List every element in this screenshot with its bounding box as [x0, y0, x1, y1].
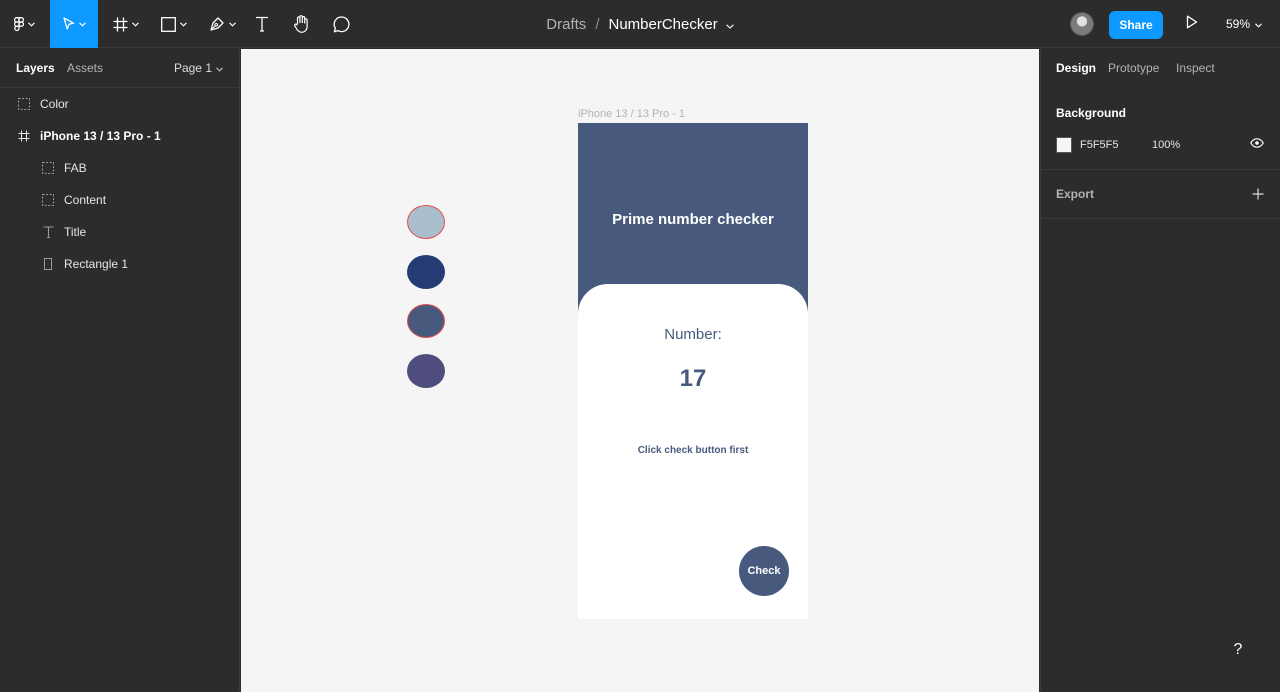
tab-inspect[interactable]: Inspect: [1176, 61, 1215, 75]
export-title: Export: [1056, 187, 1095, 201]
play-icon: [1186, 15, 1198, 34]
check-fab-button[interactable]: Check: [739, 546, 789, 596]
layer-label: Content: [64, 193, 107, 207]
eye-icon[interactable]: [1250, 138, 1264, 151]
pen-icon: [209, 16, 225, 32]
user-avatar[interactable]: [1070, 12, 1094, 36]
text-t-icon: [255, 16, 269, 32]
design-canvas[interactable]: iPhone 13 / 13 Pro - 1 Prime number chec…: [241, 49, 1039, 692]
color-swatch-light-blue[interactable]: [407, 205, 445, 239]
layers-panel-header: Layers Assets Page 1: [0, 49, 239, 88]
text-t-icon: [42, 226, 54, 238]
page-selector[interactable]: Page 1: [174, 61, 223, 75]
frame-hash-icon: [113, 17, 128, 32]
help-button[interactable]: ?: [1220, 632, 1256, 668]
properties-panel: Design Prototype Inspect Background F5F5…: [1040, 49, 1280, 692]
layer-color[interactable]: Color: [0, 88, 239, 120]
layer-label: FAB: [64, 161, 87, 175]
chevron-down-icon: [1255, 17, 1262, 31]
layer-rectangle-1[interactable]: Rectangle 1: [0, 248, 239, 280]
rectangle-outline-icon: [42, 258, 54, 270]
number-label: Number:: [664, 326, 722, 343]
background-section: Background F5F5F5 100%: [1041, 88, 1280, 169]
text-tool-button[interactable]: [250, 0, 274, 48]
zoom-menu[interactable]: 59%: [1226, 0, 1262, 48]
chevron-down-icon[interactable]: [725, 16, 734, 33]
color-swatch-navy[interactable]: [407, 255, 445, 289]
iphone-frame[interactable]: Prime number checker Number: 17 Click ch…: [578, 123, 808, 619]
result-hint: Click check button first: [637, 445, 749, 456]
tab-design[interactable]: Design: [1056, 61, 1096, 75]
page-name: Page 1: [173, 61, 212, 75]
properties-tabs: Design Prototype Inspect: [1041, 49, 1280, 88]
file-name[interactable]: NumberChecker: [608, 16, 717, 33]
dashed-group-icon: [18, 98, 30, 110]
dashed-group-icon: [42, 162, 54, 174]
present-button[interactable]: [1180, 12, 1204, 36]
number-value: 17: [679, 365, 707, 392]
background-title: Background: [1056, 106, 1127, 120]
layer-fab[interactable]: FAB: [0, 152, 239, 184]
share-button[interactable]: Share: [1109, 11, 1163, 39]
comment-tool-button[interactable]: [329, 0, 353, 48]
tab-layers[interactable]: Layers: [16, 61, 55, 75]
breadcrumb-drafts-link[interactable]: Drafts: [546, 16, 586, 33]
background-hex-input[interactable]: F5F5F5: [1080, 139, 1152, 151]
panel-divider: [1041, 218, 1280, 219]
chevron-down-icon: [228, 21, 236, 27]
layers-panel: Layers Assets Page 1 Color iPhone 13 / 1…: [0, 49, 240, 692]
layer-title[interactable]: Title: [0, 216, 239, 248]
plus-icon[interactable]: [1252, 187, 1264, 205]
tab-assets[interactable]: Assets: [67, 61, 103, 75]
layer-label: Title: [64, 225, 87, 239]
figma-logo-icon: [13, 16, 24, 32]
top-toolbar: Drafts / NumberChecker Share 59%: [0, 0, 1280, 48]
layer-content[interactable]: Content: [0, 184, 239, 216]
layer-label: iPhone 13 / 13 Pro - 1: [40, 129, 161, 143]
hand-tool-button[interactable]: [289, 0, 313, 48]
frame-tool-button[interactable]: [106, 0, 146, 48]
export-section: Export: [1041, 169, 1280, 218]
layer-label: Color: [40, 97, 69, 111]
hand-icon: [293, 15, 310, 33]
color-swatch-purple[interactable]: [407, 354, 445, 388]
layer-label: Rectangle 1: [64, 257, 129, 271]
breadcrumb-separator: /: [595, 15, 600, 33]
move-tool-button[interactable]: [50, 0, 98, 48]
main-menu-button[interactable]: [4, 0, 44, 48]
cursor-icon: [62, 17, 75, 31]
chevron-down-icon: [180, 21, 187, 27]
frame-hash-icon: [18, 130, 30, 142]
comment-bubble-icon: [333, 15, 350, 33]
background-color-chip[interactable]: [1056, 137, 1072, 153]
tab-prototype[interactable]: Prototype: [1108, 61, 1159, 75]
zoom-level: 59%: [1226, 17, 1251, 31]
chevron-down-icon: [27, 21, 35, 27]
background-opacity-input[interactable]: 100%: [1152, 139, 1180, 151]
frame-label[interactable]: iPhone 13 / 13 Pro - 1: [578, 108, 685, 120]
chevron-down-icon: [132, 21, 139, 27]
chevron-down-icon: [78, 21, 86, 27]
layer-iphone-frame[interactable]: iPhone 13 / 13 Pro - 1: [0, 120, 239, 152]
background-fill-row: F5F5F5 100%: [1056, 136, 1264, 154]
phone-content-card: Number: 17 Click check button first Chec…: [578, 284, 808, 619]
rectangle-icon: [161, 16, 176, 32]
pen-tool-button[interactable]: [202, 0, 242, 48]
app-title: Prime number checker: [612, 211, 774, 228]
dashed-group-icon: [42, 194, 54, 206]
shape-tool-button[interactable]: [154, 0, 194, 48]
chevron-down-icon: [216, 61, 223, 75]
color-swatch-slate[interactable]: [407, 304, 445, 338]
